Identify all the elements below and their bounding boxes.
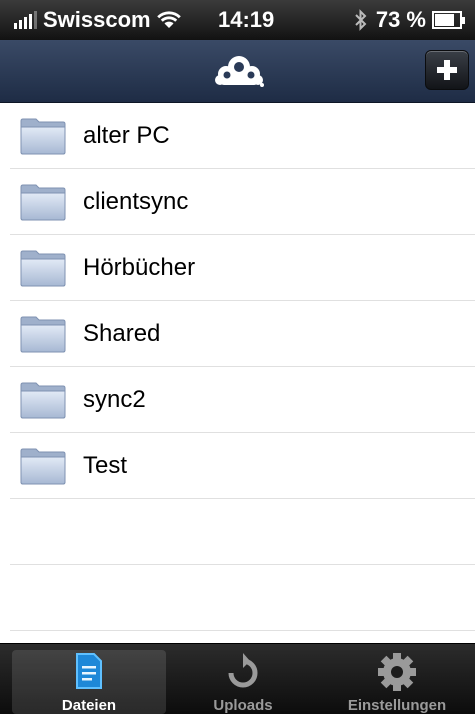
folder-name: Hörbücher — [83, 254, 196, 281]
empty-row — [10, 499, 475, 565]
bluetooth-icon — [355, 9, 367, 31]
owncloud-logo-icon — [215, 56, 264, 87]
folder-icon — [20, 118, 66, 155]
folder-row[interactable]: alter PC — [10, 103, 475, 169]
empty-row — [10, 565, 475, 631]
folder-name: alter PC — [83, 122, 170, 149]
tab-uploads[interactable]: Uploads — [166, 650, 320, 714]
status-right: 73 % — [354, 7, 465, 33]
folder-icon — [20, 184, 66, 221]
file-list: alter PC clientsync Hörbücher Shared sync2 Te… — [0, 103, 475, 631]
folder-name: clientsync — [83, 188, 189, 215]
navigation-bar — [0, 40, 475, 103]
signal-icon — [14, 11, 39, 29]
folder-row[interactable]: sync2 — [10, 367, 475, 433]
tab-dateien[interactable]: Dateien — [12, 650, 166, 714]
folder-row[interactable]: Test — [10, 433, 475, 499]
gear-icon — [378, 653, 416, 691]
status-time: 14:19 — [218, 7, 275, 32]
refresh-icon — [228, 653, 258, 688]
add-button[interactable] — [425, 50, 469, 90]
folder-icon — [20, 448, 66, 485]
folder-row[interactable]: Hörbücher — [10, 235, 475, 301]
document-icon — [76, 653, 102, 689]
tab-label: Einstellungen — [347, 697, 447, 714]
wifi-icon — [156, 11, 181, 28]
folder-row[interactable]: Shared — [10, 301, 475, 367]
folder-row[interactable]: clientsync — [10, 169, 475, 235]
tab-label: Dateien — [61, 697, 117, 714]
tab-bar: Dateien Uploads Einstellungen — [0, 643, 475, 714]
battery-tip — [462, 16, 465, 24]
battery-icon — [432, 11, 462, 29]
folder-name: Shared — [83, 320, 161, 347]
folder-name: sync2 — [83, 386, 146, 413]
status-bar: Swisscom 14:19 73 % — [0, 0, 475, 40]
tab-einstellungen[interactable]: Einstellungen — [320, 650, 474, 714]
tab-label: Uploads — [213, 697, 273, 714]
status-left: Swisscom — [14, 7, 181, 33]
battery-level — [435, 14, 454, 26]
plus-icon — [437, 60, 457, 80]
folder-icon — [20, 250, 66, 287]
battery-percentage: 73 % — [375, 7, 426, 32]
folder-icon — [20, 382, 66, 419]
carrier-name: Swisscom — [43, 7, 151, 32]
folder-name: Test — [83, 452, 128, 479]
folder-icon — [20, 316, 66, 353]
